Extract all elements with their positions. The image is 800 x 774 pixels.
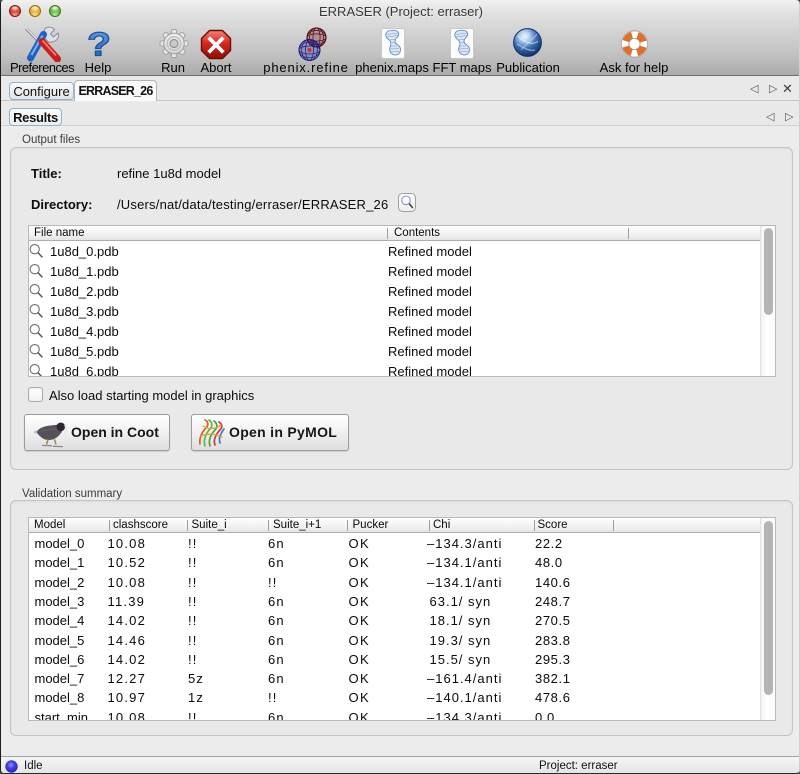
svg-text:?: ? — [87, 28, 111, 62]
